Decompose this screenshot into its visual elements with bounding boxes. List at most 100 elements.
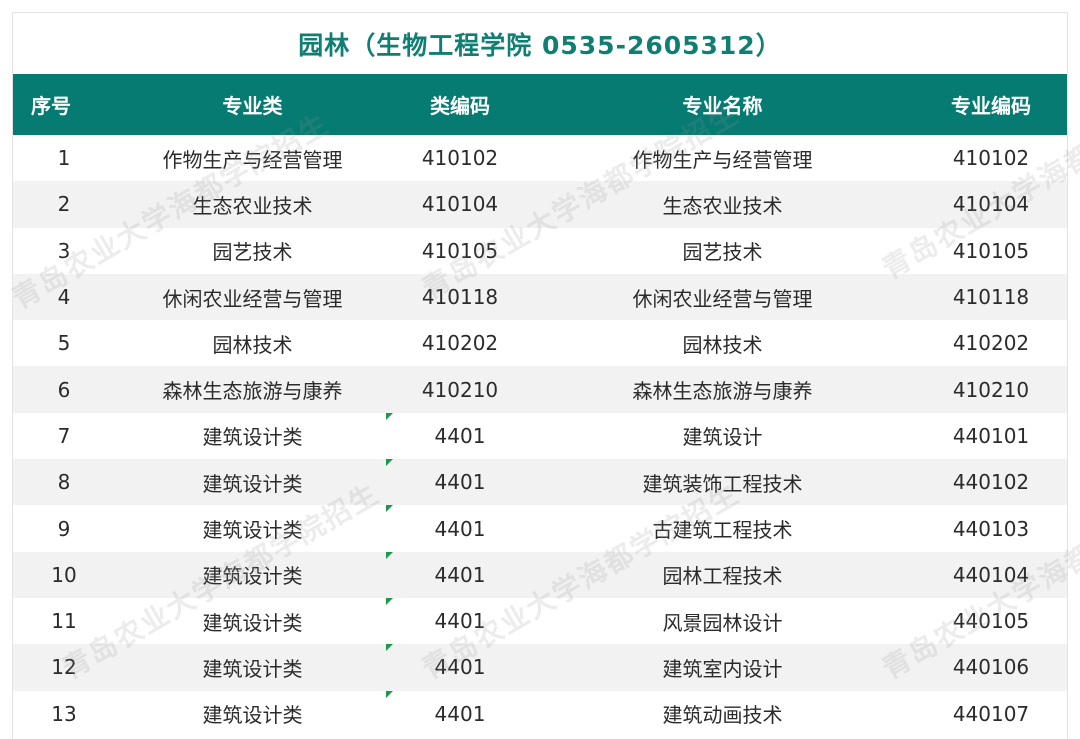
row-major-name: 生态农业技术 bbox=[530, 181, 915, 228]
row-index: 8 bbox=[13, 459, 115, 506]
row-major-code: 440104 bbox=[915, 551, 1067, 598]
row-category: 园林技术 bbox=[115, 320, 390, 367]
row-index: 5 bbox=[13, 320, 115, 367]
row-index: 3 bbox=[13, 227, 115, 274]
row-major-name: 森林生态旅游与康养 bbox=[530, 366, 915, 413]
cell-comment-marker-icon bbox=[386, 459, 393, 467]
row-category: 建筑设计类 bbox=[115, 690, 390, 737]
table-row: 9 建筑设计类 4401 古建筑工程技术 440103 bbox=[13, 505, 1067, 552]
cell-comment-marker-icon bbox=[386, 597, 393, 605]
column-header-category: 专业类 bbox=[115, 74, 390, 135]
table-row: 5 园林技术 410202 园林技术 410202 bbox=[13, 320, 1067, 367]
cell-comment-marker-icon bbox=[386, 551, 393, 559]
table-row: 2 生态农业技术 410104 生态农业技术 410104 bbox=[13, 181, 1067, 228]
row-major-name: 作物生产与经营管理 bbox=[530, 135, 915, 182]
table-body: 1 作物生产与经营管理 410102 作物生产与经营管理 410102 2 生态农业技术 41… bbox=[13, 135, 1067, 737]
table-row: 1 作物生产与经营管理 410102 作物生产与经营管理 410102 bbox=[13, 135, 1067, 182]
row-major-code: 440105 bbox=[915, 597, 1067, 645]
row-category-code-text: 4401 bbox=[434, 562, 486, 587]
table-row: 10 建筑设计类 4401 园林工程技术 440104 bbox=[13, 551, 1067, 598]
row-category: 作物生产与经营管理 bbox=[115, 135, 390, 182]
row-major-name: 休闲农业经营与管理 bbox=[530, 273, 915, 321]
table-row: 8 建筑设计类 4401 建筑装饰工程技术 440102 bbox=[13, 459, 1067, 506]
column-header-category-code: 类编码 bbox=[390, 74, 530, 135]
row-index: 1 bbox=[13, 135, 115, 182]
row-major-code: 410118 bbox=[915, 273, 1067, 321]
row-major-code: 440102 bbox=[915, 459, 1067, 506]
row-category-code: 4401 bbox=[386, 597, 530, 645]
row-major-code: 410105 bbox=[915, 227, 1067, 274]
row-index: 10 bbox=[13, 551, 115, 598]
row-major-name: 古建筑工程技术 bbox=[530, 505, 915, 552]
row-category-code: 4401 bbox=[386, 412, 530, 460]
table-row: 4 休闲农业经营与管理 410118 休闲农业经营与管理 410118 bbox=[13, 273, 1067, 321]
row-category-code: 4401 bbox=[386, 459, 530, 506]
row-major-code: 440106 bbox=[915, 644, 1067, 691]
row-category: 休闲农业经营与管理 bbox=[115, 273, 390, 321]
cell-comment-marker-icon bbox=[386, 412, 393, 420]
row-major-name: 园林技术 bbox=[530, 320, 915, 367]
cell-comment-marker-icon bbox=[386, 644, 393, 652]
column-header-major-code: 专业编码 bbox=[915, 74, 1067, 135]
row-category: 建筑设计类 bbox=[115, 412, 390, 460]
row-category-code: 4401 bbox=[386, 505, 530, 552]
majors-sheet: 园林（生物工程学院 0535-2605312） 序号 专业类 类编码 专业名称 … bbox=[12, 12, 1068, 739]
row-index: 11 bbox=[13, 597, 115, 645]
row-category-code: 410118 bbox=[390, 273, 530, 321]
row-major-name: 建筑装饰工程技术 bbox=[530, 459, 915, 506]
row-category: 建筑设计类 bbox=[115, 505, 390, 552]
table-row: 6 森林生态旅游与康养 410210 森林生态旅游与康养 410210 bbox=[13, 366, 1067, 413]
row-category-code: 410105 bbox=[390, 227, 530, 274]
row-index: 12 bbox=[13, 644, 115, 691]
row-category-code-text: 4401 bbox=[434, 655, 486, 680]
row-index: 9 bbox=[13, 505, 115, 552]
row-category-code: 410102 bbox=[390, 135, 530, 182]
row-major-code: 440107 bbox=[915, 690, 1067, 737]
row-major-code: 440103 bbox=[915, 505, 1067, 552]
row-category-code-text: 4401 bbox=[434, 423, 486, 448]
row-index: 13 bbox=[13, 690, 115, 737]
table-row: 3 园艺技术 410105 园艺技术 410105 bbox=[13, 227, 1067, 274]
row-major-name: 建筑室内设计 bbox=[530, 644, 915, 691]
row-category-code-text: 4401 bbox=[434, 609, 486, 634]
row-category: 建筑设计类 bbox=[115, 459, 390, 506]
row-category: 建筑设计类 bbox=[115, 597, 390, 645]
row-index: 2 bbox=[13, 181, 115, 228]
row-category-code: 4401 bbox=[386, 690, 530, 737]
row-major-name: 园林工程技术 bbox=[530, 551, 915, 598]
row-category-code-text: 4401 bbox=[434, 701, 486, 726]
table-row: 11 建筑设计类 4401 风景园林设计 440105 bbox=[13, 597, 1067, 645]
row-category: 森林生态旅游与康养 bbox=[115, 366, 390, 413]
row-category: 建筑设计类 bbox=[115, 644, 390, 691]
cell-comment-marker-icon bbox=[386, 505, 393, 513]
majors-table: 序号 专业类 类编码 专业名称 专业编码 1 作物生产与经营管理 410102 作物生… bbox=[13, 74, 1067, 737]
row-category-code: 4401 bbox=[386, 551, 530, 598]
row-category: 生态农业技术 bbox=[115, 181, 390, 228]
row-index: 6 bbox=[13, 366, 115, 413]
row-major-code: 410202 bbox=[915, 320, 1067, 367]
row-category-code: 410202 bbox=[390, 320, 530, 367]
table-row: 7 建筑设计类 4401 建筑设计 440101 bbox=[13, 412, 1067, 460]
column-header-index: 序号 bbox=[13, 74, 115, 135]
row-category: 建筑设计类 bbox=[115, 551, 390, 598]
row-category: 园艺技术 bbox=[115, 227, 390, 274]
table-header-row: 序号 专业类 类编码 专业名称 专业编码 bbox=[13, 74, 1067, 135]
row-category-code: 410210 bbox=[390, 366, 530, 413]
row-major-code: 410102 bbox=[915, 135, 1067, 182]
row-category-code: 4401 bbox=[386, 644, 530, 691]
row-major-name: 风景园林设计 bbox=[530, 597, 915, 645]
table-row: 12 建筑设计类 4401 建筑室内设计 440106 bbox=[13, 644, 1067, 691]
row-major-name: 园艺技术 bbox=[530, 227, 915, 274]
row-major-name: 建筑动画技术 bbox=[530, 690, 915, 737]
cell-comment-marker-icon bbox=[386, 690, 393, 698]
row-index: 4 bbox=[13, 273, 115, 321]
row-category-code: 410104 bbox=[390, 181, 530, 228]
column-header-major-name: 专业名称 bbox=[530, 74, 915, 135]
page-title: 园林（生物工程学院 0535-2605312） bbox=[13, 13, 1067, 74]
row-category-code-text: 4401 bbox=[434, 516, 486, 541]
row-major-code: 440101 bbox=[915, 412, 1067, 460]
table-row: 13 建筑设计类 4401 建筑动画技术 440107 bbox=[13, 690, 1067, 737]
row-major-code: 410104 bbox=[915, 181, 1067, 228]
row-index: 7 bbox=[13, 412, 115, 460]
row-category-code-text: 4401 bbox=[434, 470, 486, 495]
